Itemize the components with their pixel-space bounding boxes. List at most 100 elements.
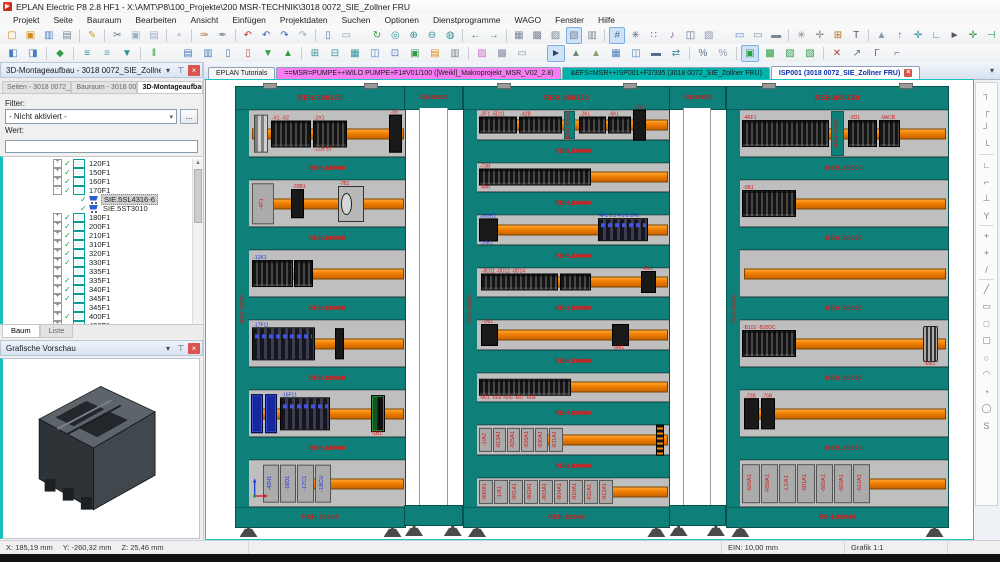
tree-item[interactable]: +✓330F1 xyxy=(3,258,203,267)
report-icon[interactable]: ◫ xyxy=(682,27,698,44)
component-block[interactable]: -R50A1 xyxy=(761,464,778,504)
component-dark[interactable]: -1M1 xyxy=(481,324,498,346)
component-block[interactable]: -802A1 xyxy=(524,480,538,504)
align-up-icon[interactable]: ↑ xyxy=(892,27,908,44)
component-term[interactable] xyxy=(294,260,313,288)
menu-seite[interactable]: Seite xyxy=(46,15,79,25)
tree-expander-icon[interactable]: + xyxy=(69,204,78,213)
hatch-icon[interactable]: ▨ xyxy=(473,45,491,62)
scrollbar-thumb[interactable] xyxy=(194,169,202,223)
fill-icon[interactable]: ▩ xyxy=(493,45,511,62)
tree-expander-icon[interactable]: + xyxy=(53,267,62,276)
device-b-icon[interactable]: ⊟ xyxy=(326,45,344,62)
swap-view-icon[interactable]: ⇄ xyxy=(667,45,685,62)
scroll-up-icon[interactable]: ▲ xyxy=(193,159,203,168)
tree-item[interactable]: +✓120F1 xyxy=(3,159,203,168)
rectangle-tool-icon[interactable]: □ xyxy=(978,315,995,332)
component-term[interactable]: -4KF1 xyxy=(742,120,829,148)
component-dark[interactable]: -5M1 xyxy=(612,324,629,346)
component-block[interactable]: -830A1 xyxy=(535,428,548,452)
component-term[interactable]: -2F1 -5D11 xyxy=(479,116,518,133)
connector-icon[interactable]: ⊣ xyxy=(983,27,999,44)
tree-item[interactable]: +✓200F1 xyxy=(3,222,203,231)
circle-tool-icon[interactable]: ○ xyxy=(978,349,995,366)
tree-expander-icon[interactable]: + xyxy=(53,303,62,312)
component-dark[interactable]: -75B xyxy=(761,398,776,430)
align-cross-icon[interactable]: ✛ xyxy=(910,27,926,44)
grid-d-icon[interactable]: ▧ xyxy=(566,27,582,44)
tree-item[interactable]: +✓210F1 xyxy=(3,231,203,240)
pin-icon[interactable]: ⊤ xyxy=(175,343,187,354)
din-rail[interactable] xyxy=(252,198,404,209)
clip-icon[interactable]: ▧ xyxy=(701,27,717,44)
tree-item[interactable]: +✓420F1 xyxy=(3,321,203,324)
component-term[interactable]: -12K1 xyxy=(252,260,292,288)
mounting-row[interactable]: -42H1-16D1-17C1-18CU xyxy=(249,460,405,507)
device-d-icon[interactable]: ◫ xyxy=(366,45,384,62)
close-icon[interactable]: × xyxy=(188,65,200,76)
corner-br-tool-icon[interactable]: ┘ xyxy=(978,119,995,136)
component-block[interactable]: -18CU xyxy=(315,464,331,503)
component-dark[interactable]: -72B xyxy=(744,398,759,430)
paste-icon[interactable]: ▤ xyxy=(146,27,162,44)
mounting-row[interactable]: -4T1-20B1-7B1 xyxy=(249,180,405,227)
remove-page-icon[interactable]: ▯ xyxy=(239,45,257,62)
component-heat[interactable] xyxy=(254,114,268,153)
sector-tool-icon[interactable]: ◔ xyxy=(978,383,995,400)
din-rail[interactable] xyxy=(865,478,946,489)
tree-item[interactable]: +✓335F1 xyxy=(3,267,203,276)
film-view-icon[interactable]: ▬ xyxy=(647,45,665,62)
zoom-out-icon[interactable]: ⊖ xyxy=(424,27,440,44)
tree-expander-icon[interactable]: + xyxy=(53,231,62,240)
forward-icon[interactable]: → xyxy=(486,27,502,44)
din-rail[interactable] xyxy=(481,329,668,340)
rounded-rect-tool-icon[interactable]: ▢ xyxy=(978,332,995,349)
tree-item[interactable]: +✓400F1 xyxy=(3,312,203,321)
mounting-row[interactable]: -8D11 -8D12 -8D14-9M1 xyxy=(477,268,670,298)
component-block[interactable]: -612A1 xyxy=(853,464,870,504)
menu-wago[interactable]: WAGO xyxy=(508,15,549,25)
tree-item[interactable]: +✓SIE.5SL4316-6 xyxy=(3,195,203,204)
dock-right-icon[interactable]: ◨ xyxy=(24,45,42,62)
corner-b-icon[interactable]: ⌐ xyxy=(888,45,906,62)
component-dark[interactable]: -282K1-10K1 xyxy=(479,218,498,241)
select-box-icon[interactable]: ▩ xyxy=(761,45,779,62)
tree-expander-icon[interactable]: + xyxy=(53,294,62,303)
component-dark[interactable]: -9M1 xyxy=(641,271,656,293)
mounting-band[interactable]: REH.80000 xyxy=(477,140,670,163)
mounting-band[interactable]: REH.80000 xyxy=(740,157,948,180)
tree-item[interactable]: +✓335F1 xyxy=(3,276,203,285)
polyline-tool-icon[interactable]: ▭ xyxy=(978,298,995,315)
component-term[interactable]: -601 -603 -605 -607 -609 xyxy=(479,379,571,396)
mounting-row[interactable]: -4KF1REH.80060-2D1-9ACB xyxy=(740,110,948,157)
drawing-canvas[interactable]: REH.800120REH.80000-X1 -X2-2X1-21B 5J-X5… xyxy=(205,79,974,540)
mounting-band[interactable]: REH.80060 xyxy=(249,157,405,180)
component-term[interactable]: -73B-6bd xyxy=(479,169,591,186)
mounting-row[interactable]: -282K1-10K14F1 0 2 4 6 8 2F6 xyxy=(477,215,670,245)
document-tab[interactable]: ISP001 (3018 0072_SIE_Zollner FRU)× xyxy=(771,66,920,79)
component-block[interactable]: -810A1 xyxy=(569,480,583,504)
open-icon[interactable]: ▣ xyxy=(22,27,38,44)
document-tab[interactable]: ==MSR=PUMPE++WILO PUMPE+F1#V01/100 ([Wei… xyxy=(276,67,561,79)
mounting-band[interactable]: REH.80060 xyxy=(249,297,405,320)
component-term[interactable]: -2D1 xyxy=(848,120,877,148)
component-block[interactable]: -812A1 xyxy=(599,480,613,504)
component-devg[interactable]: -1B1 xyxy=(371,395,385,433)
line-tool-icon[interactable]: ╱ xyxy=(978,281,995,298)
tree-expander-icon[interactable]: + xyxy=(69,195,78,204)
menu-ansicht[interactable]: Ansicht xyxy=(183,15,225,25)
angle-icon[interactable]: ∟ xyxy=(928,27,944,44)
tree-expander-icon[interactable]: + xyxy=(53,213,62,222)
monitor-1-icon[interactable]: ▭ xyxy=(731,27,747,44)
cabinet-connector[interactable]: REH.800420 xyxy=(404,86,463,526)
tree-item[interactable]: +✓345F1 xyxy=(3,303,203,312)
sort-desc-icon[interactable]: ≡ xyxy=(98,45,116,62)
component-block[interactable]: -804A1 xyxy=(554,480,568,504)
tree-item[interactable]: +✓320F1 xyxy=(3,249,203,258)
tree-scrollbar[interactable]: ▲ xyxy=(192,159,203,324)
mounting-band[interactable]: REH.80060 xyxy=(477,245,670,268)
component-block[interactable]: -17C1 xyxy=(297,464,313,503)
menu-einfügen[interactable]: Einfügen xyxy=(225,15,273,25)
sort-asc-icon[interactable]: ≡ xyxy=(78,45,96,62)
menu-fenster[interactable]: Fenster xyxy=(548,15,591,25)
